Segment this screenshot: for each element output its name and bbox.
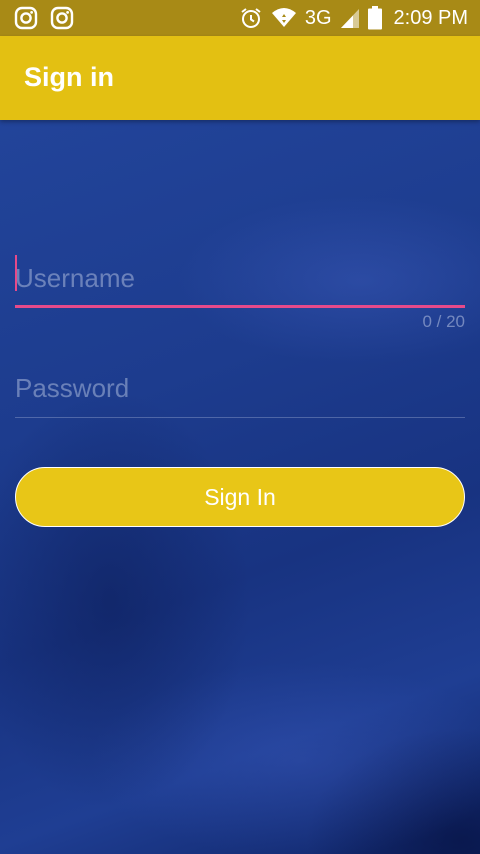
username-underline [15, 305, 465, 308]
app-bar: Sign in [0, 36, 480, 120]
instagram-icon [14, 6, 38, 30]
battery-icon [367, 6, 382, 30]
network-type: 3G [304, 6, 332, 29]
status-bar: 3G 2:09 PM [0, 0, 480, 36]
page-title: Sign in [24, 62, 114, 92]
status-time: 2:09 PM [393, 6, 468, 29]
instagram-icon [50, 6, 74, 30]
signal-icon [340, 7, 360, 29]
username-field[interactable]: Username [15, 250, 465, 308]
username-char-counter: 0 / 20 [422, 312, 465, 331]
sign-in-button[interactable]: Sign In [15, 467, 465, 527]
alarm-icon [239, 6, 263, 30]
password-input[interactable]: Password [15, 373, 129, 404]
password-underline [15, 417, 465, 418]
text-cursor [15, 255, 17, 291]
password-field[interactable]: Password [15, 362, 465, 418]
username-input[interactable]: Username [15, 263, 135, 294]
wifi-icon [271, 6, 297, 30]
